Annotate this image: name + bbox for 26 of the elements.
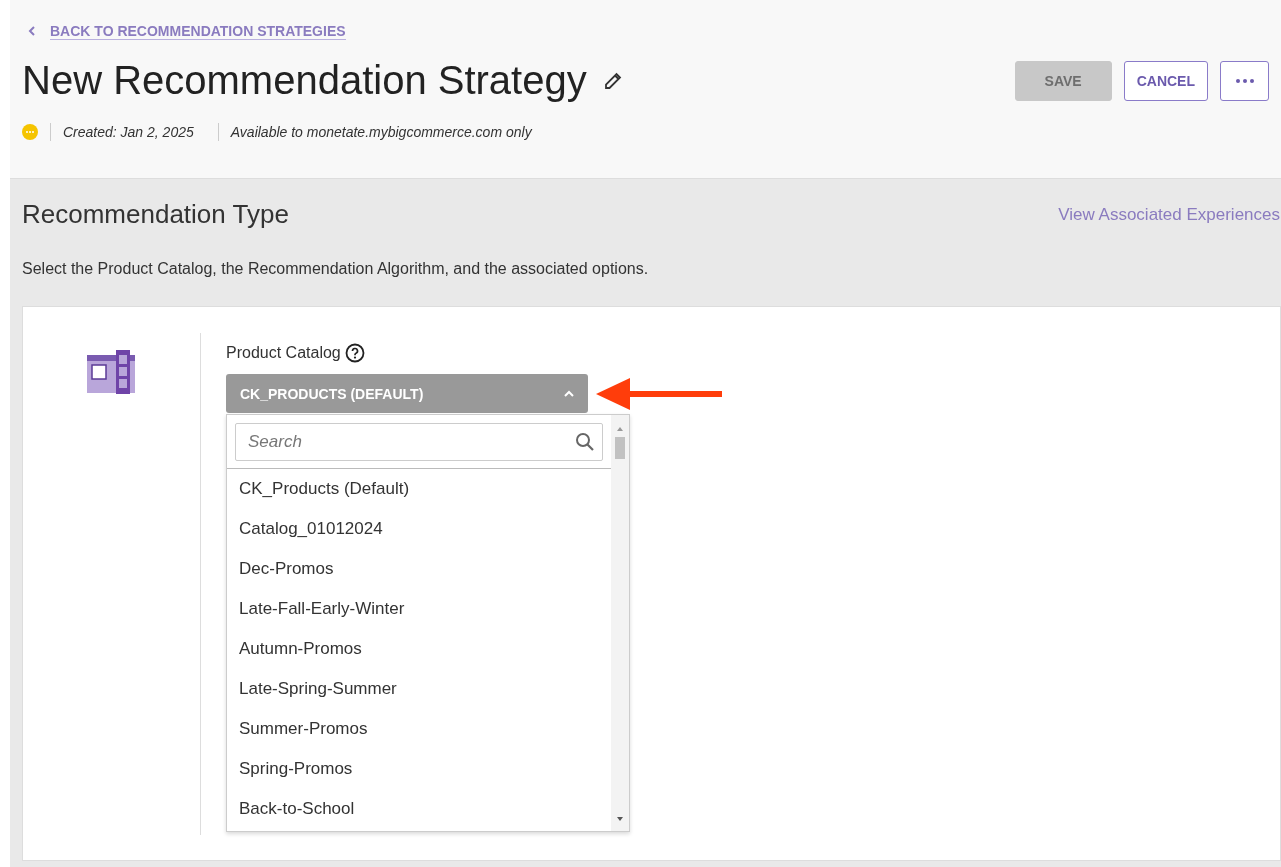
dropdown-option[interactable]: Spring-Promos bbox=[227, 749, 611, 789]
dropdown-option[interactable]: Late-Spring-Summer bbox=[227, 669, 611, 709]
help-icon[interactable] bbox=[344, 343, 365, 363]
more-button[interactable] bbox=[1220, 60, 1269, 101]
action-button[interactable]: CANCEL bbox=[1123, 60, 1208, 101]
search-icon bbox=[575, 432, 595, 452]
field-label: Product Catalog bbox=[226, 344, 341, 362]
dropdown-option[interactable]: Back-to-School bbox=[227, 789, 611, 829]
dropdown-option[interactable]: Late-Fall-Early-Winter bbox=[227, 589, 611, 629]
section-description: Select the Product Catalog, the Recommendation Algorithm, and the associated options. bbox=[22, 260, 650, 278]
pencil-icon[interactable] bbox=[602, 70, 623, 91]
search-field[interactable]: Search bbox=[235, 423, 603, 461]
dropdown-option[interactable]: CK_Products (Default) bbox=[227, 469, 611, 509]
caret-icon bbox=[564, 390, 574, 397]
catalog-icon bbox=[85, 349, 138, 395]
scrollbar[interactable] bbox=[611, 415, 629, 831]
chevron-left-icon bbox=[28, 26, 36, 36]
meta-text: Created: Jan 2, 2025 bbox=[50, 123, 206, 141]
page-title: New Recommendation Strategy bbox=[22, 58, 587, 103]
meta-text: Available to monetate.mybigcommerce.com only bbox=[217, 123, 544, 141]
dropdown-option[interactable]: Dec-Promos bbox=[227, 549, 611, 589]
section-title: Recommendation Type bbox=[22, 199, 289, 230]
dropdown-option[interactable]: Autumn-Promos bbox=[227, 629, 611, 669]
more-icon bbox=[1235, 78, 1254, 83]
dropdown-option[interactable]: Catalog_01012024 bbox=[227, 509, 611, 549]
dropdown-option[interactable]: Summer-Promos bbox=[227, 709, 611, 749]
